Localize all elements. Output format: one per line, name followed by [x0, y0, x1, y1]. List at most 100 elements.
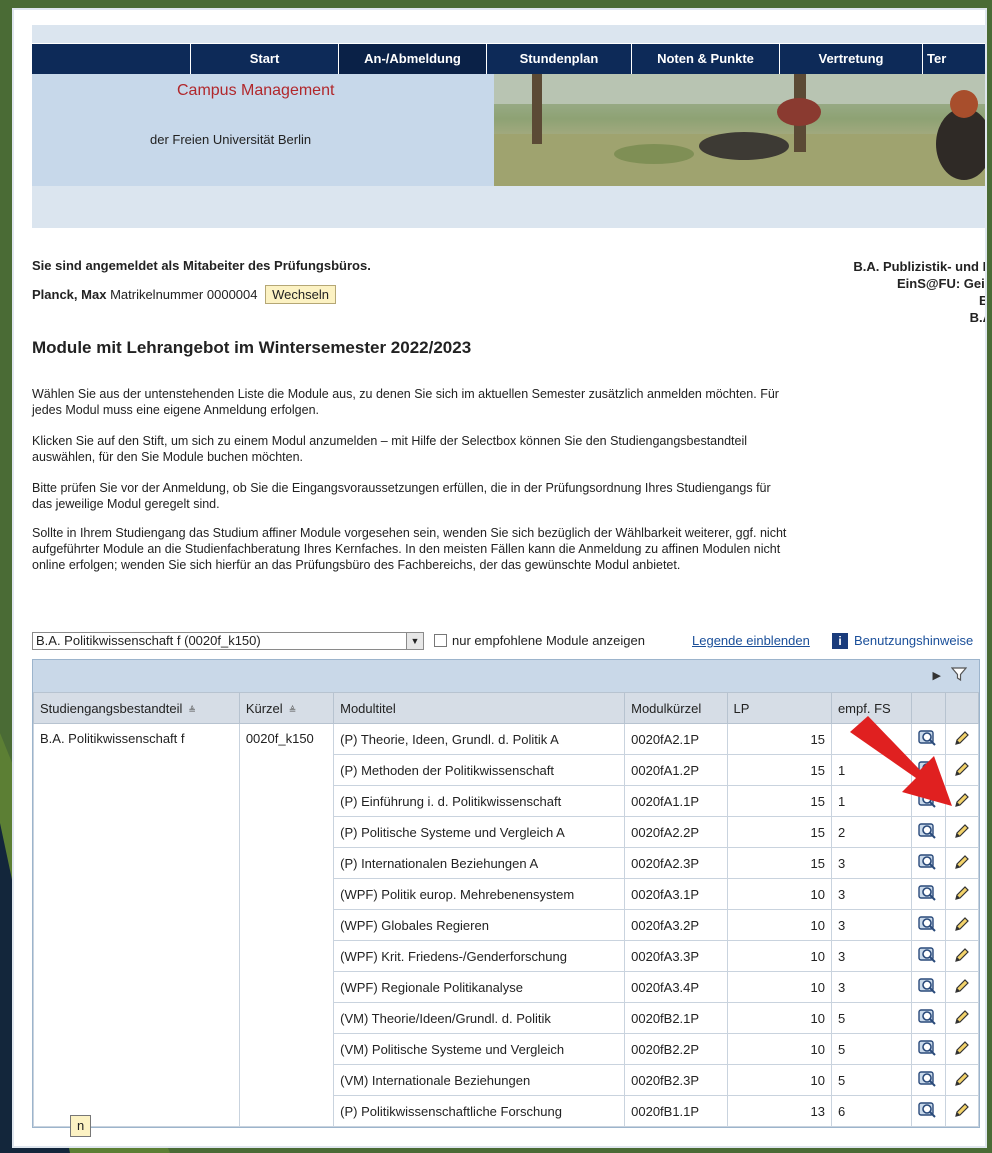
cell-modultitel: (P) Theorie, Ideen, Grundl. d. Politik A	[333, 723, 626, 755]
filter-controls: B.A. Politikwissenschaft f (0020f_k150) …	[32, 632, 985, 652]
header-banner: Campus Management der Freien Universität…	[32, 74, 985, 186]
cell-modulkuerzel: 0020fA3.1P	[624, 878, 728, 910]
cell-register	[944, 940, 979, 972]
cell-modultitel: (P) Politikwissenschaftliche Forschung	[333, 1095, 626, 1127]
cell-register	[944, 1002, 979, 1034]
program-select[interactable]: B.A. Politikwissenschaft f (0020f_k150) …	[32, 632, 424, 650]
cell-modulkuerzel: 0020fA2.3P	[624, 847, 728, 879]
pencil-icon[interactable]	[953, 977, 971, 995]
col-header-kuerzel[interactable]: Kürzel ≜	[238, 692, 335, 724]
sub-strip	[32, 186, 985, 228]
details-magnifier-icon[interactable]	[918, 822, 938, 840]
cell-details	[911, 940, 946, 972]
page-title: Module mit Lehrangebot im Wintersemester…	[32, 338, 472, 357]
cell-empf-fs: 6	[830, 1095, 913, 1127]
program-info: B.A. Publizistik- und K EinS@FU: Geis B.…	[853, 258, 987, 326]
pencil-icon[interactable]	[953, 946, 971, 964]
details-magnifier-icon[interactable]	[918, 915, 938, 933]
details-magnifier-icon[interactable]	[918, 1101, 938, 1119]
filter-icon[interactable]	[951, 666, 967, 682]
cell-lp: 10	[726, 1033, 832, 1065]
recommended-only-checkbox[interactable]	[434, 634, 447, 647]
cell-register	[944, 878, 979, 910]
pencil-icon[interactable]	[953, 1101, 971, 1119]
col-header-lp[interactable]: LP	[726, 692, 832, 724]
cell-modultitel: (VM) Theorie/Ideen/Grundl. d. Politik	[333, 1002, 626, 1034]
bottom-button[interactable]: n	[70, 1115, 92, 1137]
pencil-icon[interactable]	[953, 915, 971, 933]
cell-details	[911, 971, 946, 1003]
details-magnifier-icon[interactable]	[918, 1039, 938, 1057]
expand-triangle-icon[interactable]: ▶	[933, 669, 941, 682]
details-magnifier-icon[interactable]	[918, 946, 938, 964]
cell-lp: 15	[726, 785, 832, 817]
show-legend-link[interactable]: Legende einblenden	[692, 633, 810, 648]
cell-modulkuerzel: 0020fB2.2P	[624, 1033, 728, 1065]
cell-modulkuerzel: 0020fA1.1P	[624, 785, 728, 817]
header-photo	[494, 74, 985, 186]
cell-empf-fs: 3	[830, 909, 913, 941]
cell-modulkuerzel: 0020fA2.2P	[624, 816, 728, 848]
pencil-icon[interactable]	[953, 822, 971, 840]
cell-modultitel: (P) Internationalen Beziehungen A	[333, 847, 626, 879]
cell-modulkuerzel: 0020fA3.3P	[624, 940, 728, 972]
cell-modulkuerzel: 0020fA1.2P	[624, 754, 728, 786]
cell-lp: 13	[726, 1095, 832, 1127]
cell-empf-fs: 2	[830, 816, 913, 848]
nav-vertretung[interactable]: Vertretung	[779, 44, 922, 74]
switch-button[interactable]: Wechseln	[265, 285, 336, 304]
cell-modultitel: (P) Einführung i. d. Politikwissenschaft	[333, 785, 626, 817]
pencil-icon[interactable]	[953, 853, 971, 871]
program-info-line: EinS@FU: Geis	[896, 276, 987, 291]
cell-details	[911, 1064, 946, 1096]
nav-stundenplan[interactable]: Stundenplan	[486, 44, 631, 74]
info-icon[interactable]: i	[832, 633, 848, 649]
details-magnifier-icon[interactable]	[918, 977, 938, 995]
recommended-only-label[interactable]: nur empfohlene Module anzeigen	[452, 633, 645, 648]
main-navigation: Start An-/Abmeldung Stundenplan Noten & …	[32, 44, 985, 74]
pencil-icon[interactable]	[953, 1039, 971, 1057]
cell-empf-fs: 3	[830, 971, 913, 1003]
nav-noten-punkte[interactable]: Noten & Punkte	[631, 44, 779, 74]
cell-modulkuerzel: 0020fB1.1P	[624, 1095, 728, 1127]
modules-table: Studiengangsbestandteil ≜ Kürzel ≜ Modulti…	[33, 692, 979, 1127]
cell-details	[911, 816, 946, 848]
page: Start An-/Abmeldung Stundenplan Noten & …	[32, 10, 987, 1146]
cell-details	[911, 1095, 946, 1127]
cell-lp: 10	[726, 1064, 832, 1096]
table-row: B.A. Politikwissenschaft f 0020f_k150 (P) …	[33, 723, 979, 1127]
matrikel-value: 0000004	[206, 287, 258, 302]
details-magnifier-icon[interactable]	[918, 1008, 938, 1026]
cell-lp: 15	[726, 723, 832, 755]
cell-modultitel: (WPF) Globales Regieren	[333, 909, 626, 941]
cell-empf-fs: 3	[830, 878, 913, 910]
help-link[interactable]: Benutzungshinweise	[854, 633, 973, 648]
pencil-icon[interactable]	[953, 1070, 971, 1088]
chevron-down-icon[interactable]: ▼	[406, 632, 424, 650]
screenshot-frame: Start An-/Abmeldung Stundenplan Noten & …	[12, 8, 987, 1148]
details-magnifier-icon[interactable]	[918, 1070, 938, 1088]
cell-modultitel: (VM) Internationale Beziehungen	[333, 1064, 626, 1096]
details-magnifier-icon[interactable]	[918, 853, 938, 871]
pencil-icon[interactable]	[953, 884, 971, 902]
details-magnifier-icon[interactable]	[918, 884, 938, 902]
cell-lp: 10	[726, 878, 832, 910]
col-header-modultitel[interactable]: Modultitel	[333, 692, 626, 724]
col-header-bestandteil[interactable]: Studiengangsbestandteil ≜	[33, 692, 240, 724]
cell-details	[911, 878, 946, 910]
nav-termine[interactable]: Ter	[922, 44, 985, 74]
pencil-icon[interactable]	[953, 1008, 971, 1026]
cell-modultitel: (WPF) Politik europ. Mehrebenensystem	[333, 878, 626, 910]
cell-register	[944, 816, 979, 848]
login-status: Sie sind angemeldet als Mitabeiter des P…	[32, 258, 371, 273]
affine-modules-paragraph: Sollte in Ihrem Studiengang das Studium …	[32, 526, 787, 572]
top-strip	[32, 25, 985, 43]
nav-anmeldung[interactable]: An-/Abmeldung	[338, 44, 486, 74]
cell-register	[944, 971, 979, 1003]
cell-lp: 10	[726, 909, 832, 941]
nav-start[interactable]: Start	[190, 44, 338, 74]
cell-details	[911, 847, 946, 879]
cell-modulkuerzel: 0020fA2.1P	[624, 723, 728, 755]
col-header-modulkuerzel[interactable]: Modulkürzel	[624, 692, 728, 724]
cell-register	[944, 1033, 979, 1065]
